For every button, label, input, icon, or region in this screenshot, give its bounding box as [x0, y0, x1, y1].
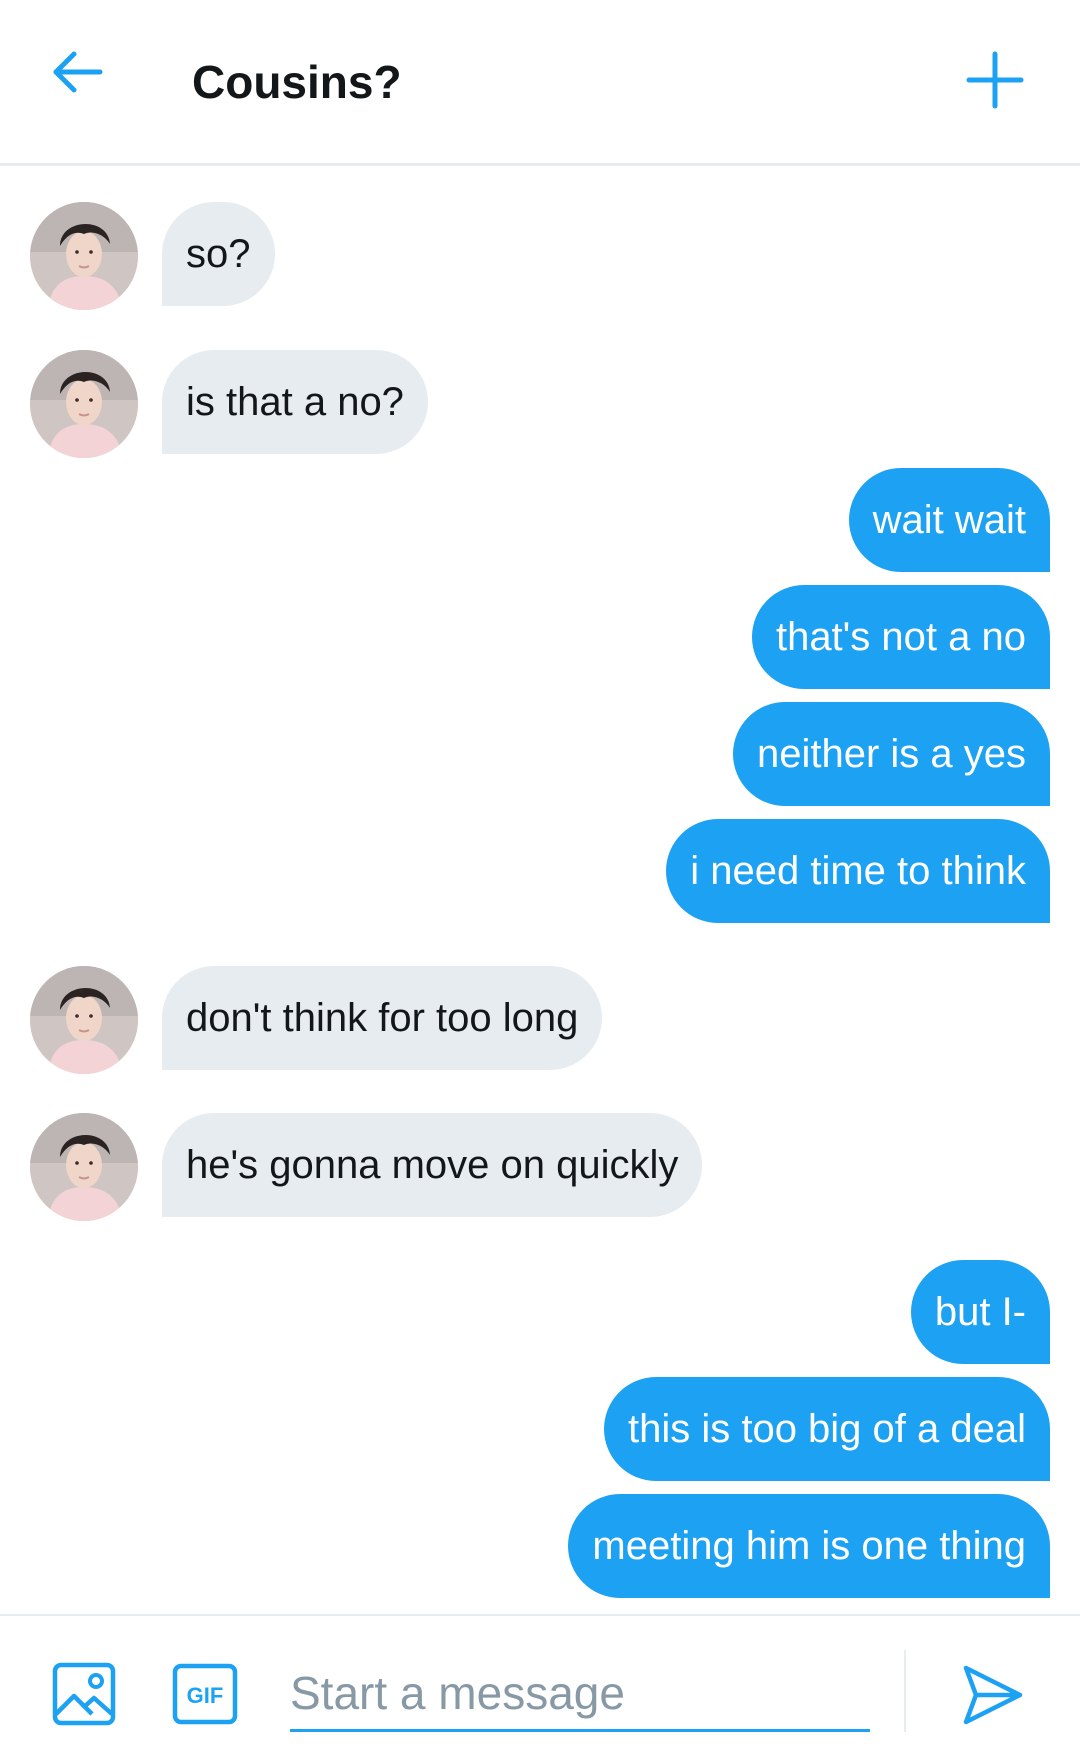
dm-conversation-screen: Cousins? so? is that a no? wait wait that's…: [0, 0, 1080, 1756]
message-row: neither is a yes: [0, 702, 1080, 806]
send-button[interactable]: [960, 1662, 1026, 1728]
send-icon: [963, 1665, 1023, 1725]
message-row: but I-: [0, 1260, 1080, 1364]
message-bubble-sent[interactable]: i need time to think: [666, 819, 1050, 923]
message-bubble-received[interactable]: is that a no?: [162, 350, 428, 454]
message-bubble-sent[interactable]: neither is a yes: [732, 702, 1050, 806]
message-bubble-received[interactable]: so?: [162, 202, 275, 306]
message-input[interactable]: [290, 1656, 870, 1732]
message-row: so?: [0, 202, 1080, 310]
message-row: i need time to think: [0, 819, 1080, 923]
message-bubble-sent[interactable]: that's not a no: [751, 585, 1050, 689]
avatar[interactable]: [30, 202, 138, 310]
gif-icon: GIF: [172, 1663, 238, 1725]
message-bubble-sent[interactable]: meeting him is one thing: [568, 1494, 1050, 1598]
message-row: wait wait: [0, 468, 1080, 572]
message-row: this is too big of a deal: [0, 1377, 1080, 1481]
avatar[interactable]: [30, 1113, 138, 1221]
message-bubble-sent[interactable]: wait wait: [848, 468, 1050, 572]
message-bubble-received[interactable]: don't think for too long: [162, 966, 603, 1070]
avatar[interactable]: [30, 350, 138, 458]
add-people-button[interactable]: [960, 45, 1040, 125]
message-bubble-sent[interactable]: this is too big of a deal: [603, 1377, 1050, 1481]
add-gif-button[interactable]: GIF: [172, 1663, 238, 1725]
avatar[interactable]: [30, 966, 138, 1074]
gif-label: GIF: [187, 1683, 224, 1708]
arrow-left-icon: [53, 51, 103, 93]
message-row: meeting him is one thing: [0, 1494, 1080, 1598]
back-button[interactable]: [44, 45, 124, 117]
message-bubble-received[interactable]: he's gonna move on quickly: [162, 1113, 703, 1217]
message-bubble-sent[interactable]: but I-: [910, 1260, 1050, 1364]
plus-icon: [966, 51, 1024, 109]
composer-divider: [904, 1650, 906, 1732]
message-row: that's not a no: [0, 585, 1080, 689]
message-list[interactable]: so? is that a no? wait wait that's not a no…: [0, 166, 1080, 1616]
conversation-title[interactable]: Cousins?: [192, 54, 402, 110]
message-row: he's gonna move on quickly: [0, 1113, 1080, 1221]
message-composer: GIF: [0, 1614, 1080, 1756]
conversation-header: Cousins?: [0, 0, 1080, 166]
message-row: is that a no?: [0, 350, 1080, 458]
image-icon: [52, 1662, 116, 1726]
add-photo-button[interactable]: [52, 1662, 116, 1726]
message-row: don't think for too long: [0, 966, 1080, 1074]
